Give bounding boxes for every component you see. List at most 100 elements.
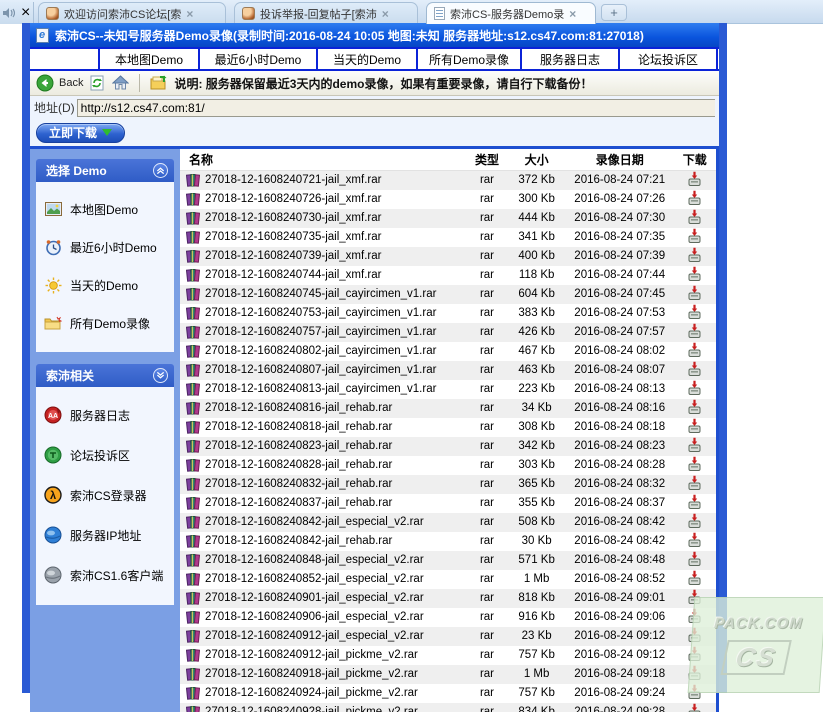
file-name[interactable]: 27018-12-1608240842-jail_rehab.rar xyxy=(205,535,392,547)
tab-close-icon[interactable]: × xyxy=(382,7,389,21)
menu-item-last-6h-demo[interactable]: 最近6小时Demo xyxy=(200,49,318,69)
tab-close-icon[interactable]: × xyxy=(186,7,193,21)
download-icon[interactable] xyxy=(687,456,702,472)
sidebar-item-cs16-client[interactable]: 索沛CS1.6客户端 xyxy=(44,555,168,595)
menu-item-forum-complaint[interactable]: 论坛投诉区 xyxy=(620,49,718,69)
download-icon[interactable] xyxy=(687,684,702,700)
download-icon[interactable] xyxy=(687,551,702,567)
file-name[interactable]: 27018-12-1608240848-jail_especial_v2.rar xyxy=(205,554,424,566)
file-name[interactable]: 27018-12-1608240912-jail_especial_v2.rar xyxy=(205,630,424,642)
download-icon[interactable] xyxy=(687,228,702,244)
address-input[interactable] xyxy=(77,99,715,117)
tab-close-icon[interactable]: × xyxy=(569,7,576,21)
file-name[interactable]: 27018-12-1608240928-jail_pickme_v2.rar xyxy=(205,706,418,712)
table-row: 27018-12-1608240912-jail_pickme_v2.rar r… xyxy=(180,646,716,665)
download-icon[interactable] xyxy=(687,190,702,206)
rar-file-icon xyxy=(186,230,200,244)
file-name[interactable]: 27018-12-1608240726-jail_xmf.rar xyxy=(205,193,381,205)
tab-partial-audio[interactable]: × xyxy=(0,2,34,24)
menu-item-today-demo[interactable]: 当天的Demo xyxy=(318,49,418,69)
file-name[interactable]: 27018-12-1608240852-jail_especial_v2.rar xyxy=(205,573,424,585)
download-icon[interactable] xyxy=(687,342,702,358)
download-icon[interactable] xyxy=(687,589,702,605)
file-name[interactable]: 27018-12-1608240823-jail_rehab.rar xyxy=(205,440,392,452)
download-icon[interactable] xyxy=(687,608,702,624)
file-name[interactable]: 27018-12-1608240906-jail_especial_v2.rar xyxy=(205,611,424,623)
tab-forum-welcome[interactable]: 欢迎访问索沛CS论坛[索 × xyxy=(38,2,226,24)
download-icon[interactable] xyxy=(687,209,702,225)
file-name[interactable]: 27018-12-1608240802-jail_cayircimen_v1.r… xyxy=(205,345,436,357)
new-tab-button[interactable]: + xyxy=(601,4,627,21)
download-icon[interactable] xyxy=(687,304,702,320)
back-button-label[interactable]: Back xyxy=(59,77,83,89)
panel-suopei-related-header[interactable]: 索沛相关 xyxy=(36,364,174,387)
column-header-date[interactable]: 录像日期 xyxy=(566,149,673,170)
download-icon[interactable] xyxy=(687,266,702,282)
file-name[interactable]: 27018-12-1608240739-jail_xmf.rar xyxy=(205,250,381,262)
download-icon[interactable] xyxy=(687,532,702,548)
file-name[interactable]: 27018-12-1608240912-jail_pickme_v2.rar xyxy=(205,649,418,661)
tab-complaint-reply[interactable]: 投诉举报-回复帖子[索沛 × xyxy=(234,2,418,24)
sidebar-item-last-6h-demo[interactable]: 最近6小时Demo xyxy=(44,228,168,266)
file-name[interactable]: 27018-12-1608240753-jail_cayircimen_v1.r… xyxy=(205,307,436,319)
home-icon[interactable] xyxy=(112,75,129,91)
download-icon[interactable] xyxy=(687,399,702,415)
file-name[interactable]: 27018-12-1608240757-jail_cayircimen_v1.r… xyxy=(205,326,436,338)
download-icon[interactable] xyxy=(687,171,702,187)
menu-item-local-map-demo[interactable]: 本地图Demo xyxy=(100,49,200,69)
menu-item-server-log[interactable]: 服务器日志 xyxy=(522,49,620,69)
download-icon[interactable] xyxy=(687,665,702,681)
sidebar-item-all-demos[interactable]: 所有Demo录像 xyxy=(44,304,168,342)
download-icon[interactable] xyxy=(687,247,702,263)
file-name[interactable]: 27018-12-1608240735-jail_xmf.rar xyxy=(205,231,381,243)
file-name[interactable]: 27018-12-1608240744-jail_xmf.rar xyxy=(205,269,381,281)
file-name[interactable]: 27018-12-1608240730-jail_xmf.rar xyxy=(205,212,381,224)
tab-server-demo-active[interactable]: 索沛CS-服务器Demo录 × xyxy=(426,2,596,24)
download-icon[interactable] xyxy=(687,646,702,662)
download-icon[interactable] xyxy=(687,627,702,643)
chevron-down-icon[interactable] xyxy=(153,368,168,383)
column-header-name[interactable]: 名称 xyxy=(180,149,467,170)
refresh-icon[interactable] xyxy=(90,75,105,91)
download-icon[interactable] xyxy=(687,703,702,712)
download-icon[interactable] xyxy=(687,285,702,301)
download-icon[interactable] xyxy=(687,570,702,586)
download-icon[interactable] xyxy=(687,323,702,339)
panel-select-demo-header[interactable]: 选择 Demo xyxy=(36,159,174,182)
sidebar-item-server-log[interactable]: AA 服务器日志 xyxy=(44,395,168,435)
column-header-size[interactable]: 大小 xyxy=(507,149,566,170)
tab-close-icon[interactable]: × xyxy=(21,4,30,22)
download-icon[interactable] xyxy=(687,361,702,377)
file-name[interactable]: 27018-12-1608240816-jail_rehab.rar xyxy=(205,402,392,414)
sidebar-item-server-ip[interactable]: 服务器IP地址 xyxy=(44,515,168,555)
file-name[interactable]: 27018-12-1608240745-jail_cayircimen_v1.r… xyxy=(205,288,436,300)
window-title: 索沛CS--未知号服务器Demo录像(录制时间:2016-08-24 10:05… xyxy=(55,27,644,44)
file-name[interactable]: 27018-12-1608240924-jail_pickme_v2.rar xyxy=(205,687,418,699)
sidebar-item-today-demo[interactable]: 当天的Demo xyxy=(44,266,168,304)
file-name[interactable]: 27018-12-1608240901-jail_especial_v2.rar xyxy=(205,592,424,604)
download-icon[interactable] xyxy=(687,418,702,434)
file-name[interactable]: 27018-12-1608240818-jail_rehab.rar xyxy=(205,421,392,433)
sidebar-item-forum-complaint[interactable]: 论坛投诉区 xyxy=(44,435,168,475)
download-now-button[interactable]: 立即下载 xyxy=(36,123,125,143)
download-icon[interactable] xyxy=(687,380,702,396)
back-button-icon[interactable] xyxy=(36,74,54,92)
menu-item-all-demos[interactable]: 所有Demo录像 xyxy=(418,49,522,69)
file-name[interactable]: 27018-12-1608240721-jail_xmf.rar xyxy=(205,174,381,186)
file-name[interactable]: 27018-12-1608240918-jail_pickme_v2.rar xyxy=(205,668,418,680)
file-name[interactable]: 27018-12-1608240842-jail_especial_v2.rar xyxy=(205,516,424,528)
file-name[interactable]: 27018-12-1608240828-jail_rehab.rar xyxy=(205,459,392,471)
download-icon[interactable] xyxy=(687,437,702,453)
download-icon[interactable] xyxy=(687,513,702,529)
column-header-download[interactable]: 下载 xyxy=(673,149,716,170)
column-header-type[interactable]: 类型 xyxy=(467,149,508,170)
download-icon[interactable] xyxy=(687,494,702,510)
sidebar-item-local-map-demo[interactable]: 本地图Demo xyxy=(44,190,168,228)
file-name[interactable]: 27018-12-1608240837-jail_rehab.rar xyxy=(205,497,392,509)
download-icon[interactable] xyxy=(687,475,702,491)
file-name[interactable]: 27018-12-1608240813-jail_cayircimen_v1.r… xyxy=(205,383,436,395)
file-name[interactable]: 27018-12-1608240832-jail_rehab.rar xyxy=(205,478,392,490)
chevron-up-icon[interactable] xyxy=(153,163,168,178)
file-name[interactable]: 27018-12-1608240807-jail_cayircimen_v1.r… xyxy=(205,364,436,376)
sidebar-item-cs-launcher[interactable]: λ 索沛CS登录器 xyxy=(44,475,168,515)
